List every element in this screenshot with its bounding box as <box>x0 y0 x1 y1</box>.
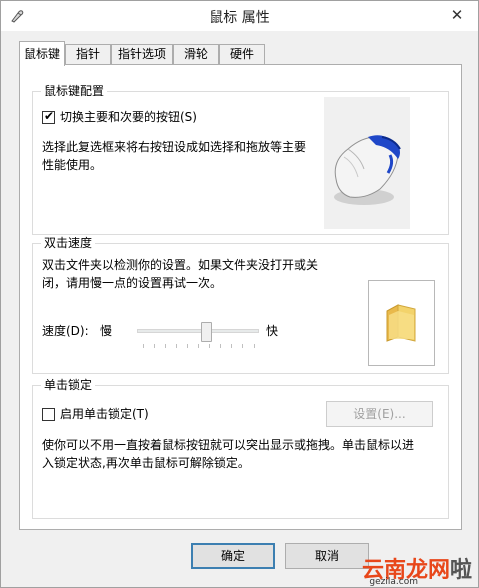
checkmark-icon: ✔ <box>44 109 55 123</box>
ok-button[interactable]: 确定 <box>191 543 275 569</box>
swap-description-line2: 性能使用。 <box>42 158 103 172</box>
swap-buttons-checkbox[interactable]: ✔ <box>42 109 55 124</box>
double-click-speed-group: 双击速度 双击文件夹以检测你的设置。如果文件夹没打开或关 闭，请用慢一点的设置再… <box>32 236 449 374</box>
slider-tick <box>176 344 177 348</box>
tab-pointers[interactable]: 指针 <box>65 44 111 65</box>
slider-thumb[interactable] <box>201 322 212 342</box>
slow-label: 慢 <box>100 324 113 338</box>
tab-panel-buttons: 鼠标键配置 ✔ 切换主要和次要的按钮(S) 选择此复选框来将右按钮设成如选择和拖… <box>19 64 462 530</box>
click-lock-label: 启用单击锁定(T) <box>60 407 149 421</box>
click-lock-group: 单击锁定 启用单击锁定(T) 设置(E)... 使你可以不用一直按着鼠标按钮就可… <box>32 378 449 519</box>
tab-pointer-options[interactable]: 指针选项 <box>111 44 173 65</box>
click-lock-checkbox[interactable] <box>42 408 55 421</box>
click-lock-settings-button[interactable]: 设置(E)... <box>326 401 433 427</box>
slider-tick <box>242 344 243 348</box>
button-configuration-title: 鼠标键配置 <box>41 84 108 98</box>
slider-tick <box>187 344 188 348</box>
swap-description-line1: 选择此复选框来将右按钮设成如选择和拖放等主要 <box>42 140 307 154</box>
double-click-description-line1: 双击文件夹以检测你的设置。如果文件夹没打开或关 <box>42 258 319 272</box>
fast-label: 快 <box>266 324 279 338</box>
mouse-illustration <box>324 97 410 229</box>
click-lock-description-line2: 入锁定状态,再次单击鼠标可解除锁定。 <box>42 456 250 470</box>
slider-tick <box>143 344 144 348</box>
slider-tick <box>254 344 255 348</box>
watermark-url: gezila.com <box>369 577 418 587</box>
cancel-button[interactable]: 取消 <box>285 543 369 569</box>
click-lock-description-line1: 使你可以不用一直按着鼠标按钮就可以突出显示或拖拽。单击鼠标以进 <box>42 438 415 452</box>
speed-label: 速度(D): <box>42 324 89 338</box>
double-click-speed-slider[interactable] <box>137 322 261 348</box>
mouse-icon <box>334 135 401 205</box>
tab-buttons[interactable]: 鼠标键 <box>19 41 65 66</box>
slider-track <box>137 329 259 333</box>
close-button[interactable]: ✕ <box>444 4 470 26</box>
slider-tick <box>220 344 221 348</box>
swap-buttons-label: 切换主要和次要的按钮(S) <box>60 110 197 124</box>
window-title: 鼠标 属性 <box>209 10 270 26</box>
slider-tick <box>231 344 232 348</box>
double-click-description-line2: 闭，请用慢一点的设置再试一次。 <box>42 276 223 290</box>
slider-tick <box>209 344 210 348</box>
double-click-test-area[interactable] <box>368 280 435 366</box>
double-click-speed-title: 双击速度 <box>41 236 96 250</box>
tab-hardware[interactable]: 硬件 <box>219 44 265 65</box>
close-icon: ✕ <box>450 6 464 24</box>
title-bar: 鼠标 属性 ✕ <box>1 1 478 31</box>
slider-tick <box>154 344 155 348</box>
click-lock-title: 单击锁定 <box>41 378 96 392</box>
tab-wheel[interactable]: 滑轮 <box>173 44 219 65</box>
folder-icon <box>386 304 416 342</box>
watermark-suffix: 啦 <box>449 558 472 583</box>
slider-tick <box>198 344 199 348</box>
mouse-properties-dialog: 鼠标 属性 ✕ 鼠标键 指针 指针选项 滑轮 硬件 鼠标键配置 ✔ 切换主要和次… <box>0 0 479 588</box>
button-configuration-group: 鼠标键配置 ✔ 切换主要和次要的按钮(S) 选择此复选框来将右按钮设成如选择和拖… <box>32 84 449 235</box>
slider-tick <box>165 344 166 348</box>
